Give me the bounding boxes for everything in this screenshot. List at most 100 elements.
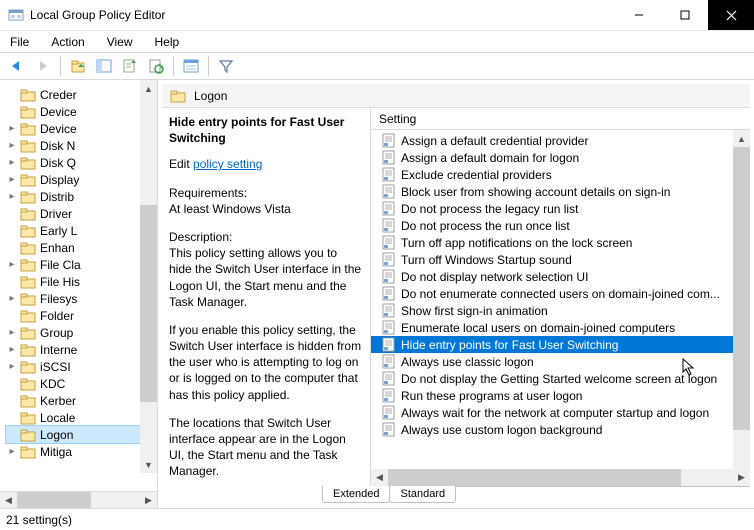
setting-label: Run these programs at user logon [401,389,582,403]
setting-item[interactable]: Exclude credential providers [371,166,750,183]
tree-item[interactable]: ▸ File Cla [6,256,157,273]
tree-vertical-scrollbar[interactable]: ▲ ▼ [140,80,157,473]
tree-item[interactable]: ▸Interne [6,341,157,358]
expand-icon[interactable]: ▸ [6,123,18,134]
show-hide-tree-button[interactable] [93,55,115,77]
menu-help[interactable]: Help [151,33,184,51]
tree-item[interactable]: Folder [6,307,157,324]
tree-item-label: Display [40,173,79,187]
tree-item[interactable]: ▸Group [6,324,157,341]
tree-item-label: Creder [40,88,77,102]
expand-icon[interactable]: ▸ [6,140,18,151]
refresh-button[interactable] [145,55,167,77]
minimize-button[interactable] [616,0,662,30]
tree-item[interactable]: ▸Disk N [6,137,157,154]
tree-item[interactable]: Early L [6,222,157,239]
tree-item[interactable]: Device [6,103,157,120]
setting-item[interactable]: Do not process the run once list [371,217,750,234]
tree-item[interactable]: ▸Mitiga [6,443,157,460]
tree-item[interactable]: File His [6,273,157,290]
tree-horizontal-scrollbar[interactable]: ◀ ▶ [0,491,157,508]
properties-button[interactable] [180,55,202,77]
app-icon [8,7,24,23]
tree-item[interactable]: Logon [6,426,157,443]
tab-standard[interactable]: Standard [389,486,456,503]
expand-icon[interactable]: ▸ [6,344,18,355]
list-vertical-scrollbar[interactable]: ▲ ▼ [733,130,750,486]
setting-item[interactable]: Do not display the Getting Started welco… [371,370,750,387]
setting-item[interactable]: Block user from showing account details … [371,183,750,200]
expand-icon[interactable]: ▸ [6,174,18,185]
scroll-thumb[interactable] [140,205,157,402]
tree-item[interactable]: Enhan [6,239,157,256]
setting-item[interactable]: Assign a default credential provider [371,132,750,149]
tabs: Extended Standard [322,486,750,508]
tree-item[interactable]: Driver [6,205,157,222]
tree-item[interactable]: ▸ Display [6,171,157,188]
scroll-left-icon[interactable]: ◀ [371,469,388,486]
maximize-button[interactable] [662,0,708,30]
column-header-setting[interactable]: Setting [371,108,750,130]
scroll-thumb[interactable] [17,492,91,509]
expand-icon[interactable]: ▸ [6,293,18,304]
scroll-down-icon[interactable]: ▼ [140,456,157,473]
back-button[interactable] [6,55,28,77]
expand-icon[interactable]: ▸ [6,446,18,457]
up-button[interactable] [67,55,89,77]
setting-item[interactable]: Always wait for the network at computer … [371,404,750,421]
tree-item[interactable]: Creder [6,86,157,103]
expand-icon[interactable]: ▸ [6,157,18,168]
setting-item[interactable]: Assign a default domain for logon [371,149,750,166]
tree-item-label: Logon [40,428,73,442]
menu-file[interactable]: File [6,33,33,51]
scroll-right-icon[interactable]: ▶ [733,469,750,486]
tab-extended[interactable]: Extended [322,486,390,503]
expand-icon[interactable]: ▸ [6,191,18,202]
setting-item[interactable]: Turn off app notifications on the lock s… [371,234,750,251]
scroll-right-icon[interactable]: ▶ [140,492,157,509]
close-button[interactable] [708,0,754,30]
setting-item[interactable]: Always use classic logon [371,353,750,370]
setting-item[interactable]: Turn off Windows Startup sound [371,251,750,268]
tree-item[interactable]: ▸Filesys [6,290,157,307]
description-label: Description: [169,229,362,245]
list-horizontal-scrollbar[interactable]: ◀ ▶ [371,469,750,486]
description-paragraph: If you enable this policy setting, the S… [169,322,362,403]
requirements-value: At least Windows Vista [169,201,362,217]
edit-prefix: Edit [169,157,193,171]
tree-item[interactable]: ▸Disk Q [6,154,157,171]
scroll-up-icon[interactable]: ▲ [733,130,750,147]
tree-item[interactable]: KDC [6,375,157,392]
setting-item[interactable]: Run these programs at user logon [371,387,750,404]
tree-item[interactable]: ▸ Distrib [6,188,157,205]
setting-item[interactable]: Enumerate local users on domain-joined c… [371,319,750,336]
setting-item[interactable]: Do not enumerate connected users on doma… [371,285,750,302]
expand-icon[interactable]: ▸ [6,259,18,270]
menu-action[interactable]: Action [47,33,88,51]
setting-item[interactable]: Always use custom logon background [371,421,750,438]
tree-item-label: File Cla [40,258,81,272]
tree-item[interactable]: Locale [6,409,157,426]
tree-item[interactable]: ▸iSCSI [6,358,157,375]
scroll-left-icon[interactable]: ◀ [0,492,17,509]
setting-item[interactable]: Do not process the legacy run list [371,200,750,217]
tree-item[interactable]: Kerber [6,392,157,409]
setting-item[interactable]: Hide entry points for Fast User Switchin… [371,336,750,353]
setting-item[interactable]: Do not display network selection UI [371,268,750,285]
expand-icon[interactable]: ▸ [6,361,18,372]
filter-button[interactable] [215,55,237,77]
expand-icon[interactable]: ▸ [6,327,18,338]
tree-item[interactable]: ▸Device [6,120,157,137]
section-header: Logon [162,84,750,108]
titlebar: Local Group Policy Editor [0,0,754,30]
export-list-button[interactable] [119,55,141,77]
forward-button[interactable] [32,55,54,77]
description-paragraph: The locations that Switch User interface… [169,415,362,480]
menu-view[interactable]: View [103,33,137,51]
scroll-up-icon[interactable]: ▲ [140,80,157,97]
scroll-thumb[interactable] [733,147,750,430]
edit-policy-link[interactable]: policy setting [193,157,262,171]
scroll-thumb[interactable] [388,469,681,486]
setting-item[interactable]: Show first sign-in animation [371,302,750,319]
tree-item-label: Distrib [40,190,74,204]
